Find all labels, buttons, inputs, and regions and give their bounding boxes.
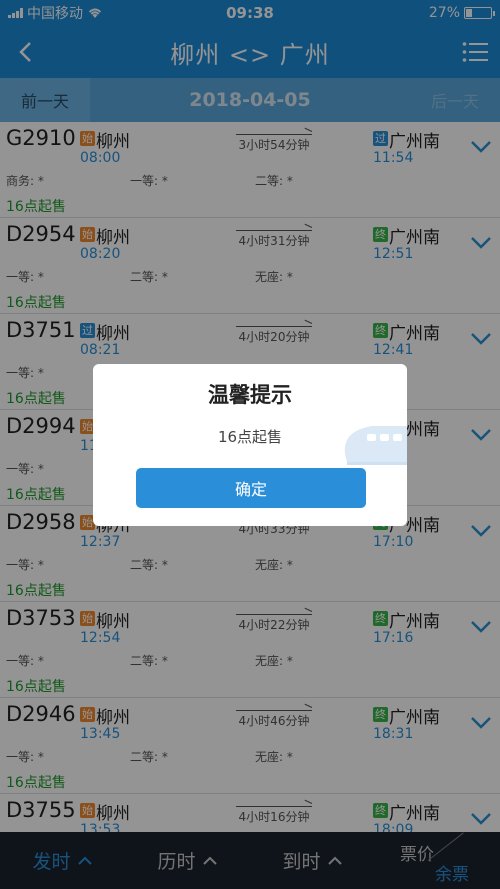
dialog-title: 温馨提示 [208,383,292,407]
dialog-message: 16点起售 [217,428,283,446]
notice-dialog: 温馨提示 16点起售 确定 [93,364,407,526]
confirm-button[interactable]: 确定 [136,468,366,508]
